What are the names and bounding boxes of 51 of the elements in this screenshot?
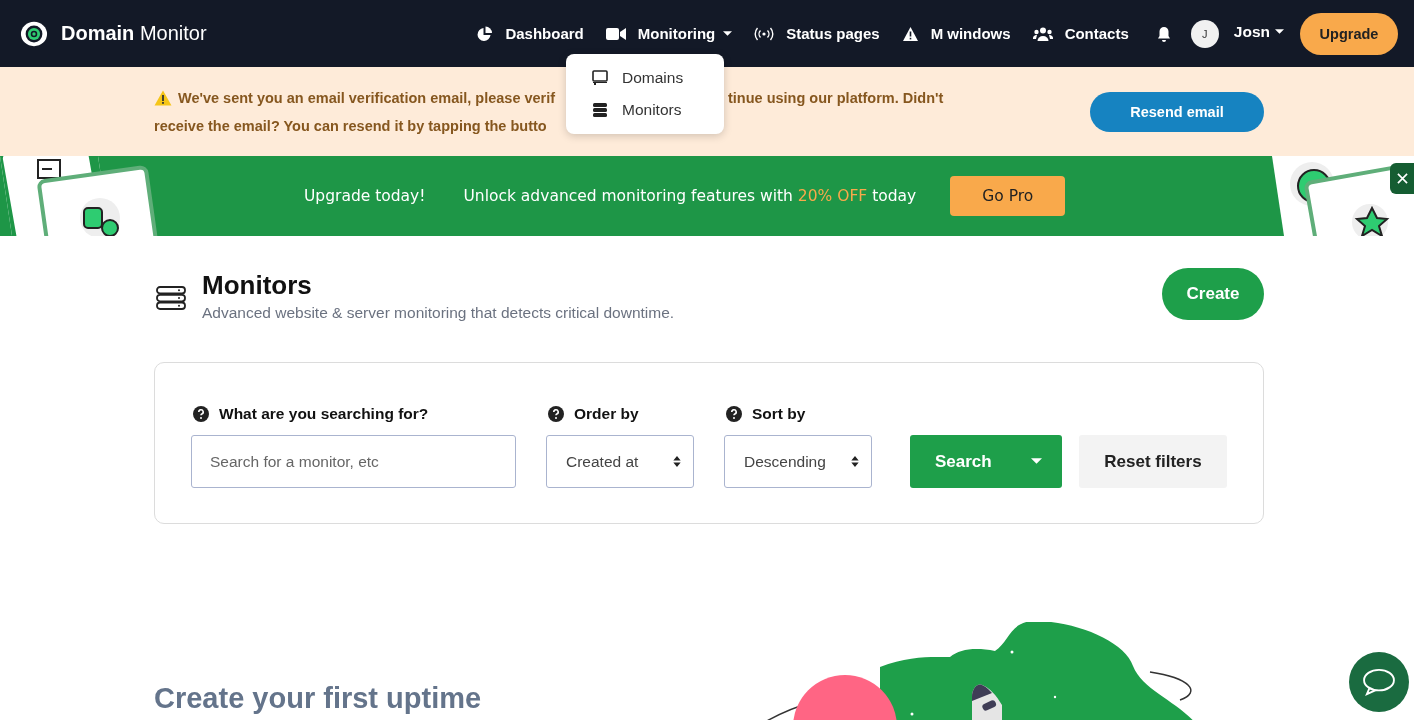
help-icon [193,406,209,422]
nav-link[interactable]: Monitoring [601,25,737,42]
caret-icon [1275,28,1284,35]
sort-arrows-icon [673,456,681,467]
menu-item[interactable]: Monitors [566,94,724,126]
upgrade-button[interactable]: Upgrade [1300,12,1398,55]
nav-link[interactable]: M windows [897,25,1015,42]
search-field[interactable]: Search for a monitor, etc [191,435,516,488]
warning-icon [154,89,172,106]
brand-name[interactable]: Domain Monitor [61,22,207,45]
server-icon [592,102,608,118]
chat-button[interactable] [1349,652,1409,712]
empty-state-title: Create your first uptime [154,682,482,714]
help-icon [726,406,742,422]
menu-item[interactable]: Domains [566,62,724,94]
help-icon [548,406,564,422]
field-label: What are you searching for? [219,405,429,423]
nav-link[interactable]: Dashboard [472,25,588,42]
field-label: Sort by [752,405,806,423]
user-menu[interactable]: Josn [1233,22,1284,41]
caret-icon [1031,458,1042,465]
monitor-icon [592,70,608,86]
nav-link[interactable]: Status pages [750,25,884,42]
go-pro-button[interactable]: Go Pro [950,176,1066,216]
page-subtitle: Advanced website & server monitoring that detects critical downtime. [202,304,675,322]
sort-select[interactable]: Descending [724,435,872,488]
notification-bell-icon[interactable] [1156,25,1171,42]
close-button[interactable] [1390,163,1414,194]
server-icon [156,286,186,310]
field-label: Order by [574,405,639,423]
page-title: Monitors [202,269,313,302]
warning-icon [901,25,919,42]
reset-filters-button[interactable]: Reset filters [1079,435,1227,488]
chat-bubble-icon [1362,668,1396,696]
alert-text: We've sent you an email verification email, please verif [178,88,557,108]
caret-icon [723,30,733,37]
promo-text: Unlock advanced monitoring features with 20% OFF today [463,187,917,205]
sort-arrows-icon [851,456,859,467]
resend-email-button[interactable]: Resend email [1090,91,1264,132]
video-camera-icon [605,26,626,41]
promo-title: Upgrade today! [304,187,426,205]
alert-text: receive the email? You can resend it by tapping the butto [154,116,547,136]
logo-icon [20,19,48,48]
people-icon [1032,26,1053,41]
alert-text: tinue using our platform. Didn't [728,88,944,108]
pie-chart-icon [476,25,494,42]
order-select[interactable]: Created at [546,435,694,488]
close-icon [1396,173,1408,184]
nav-link[interactable]: Contacts [1028,25,1133,42]
broadcast-icon [754,26,775,41]
user-avatar[interactable]: J [1190,19,1219,48]
